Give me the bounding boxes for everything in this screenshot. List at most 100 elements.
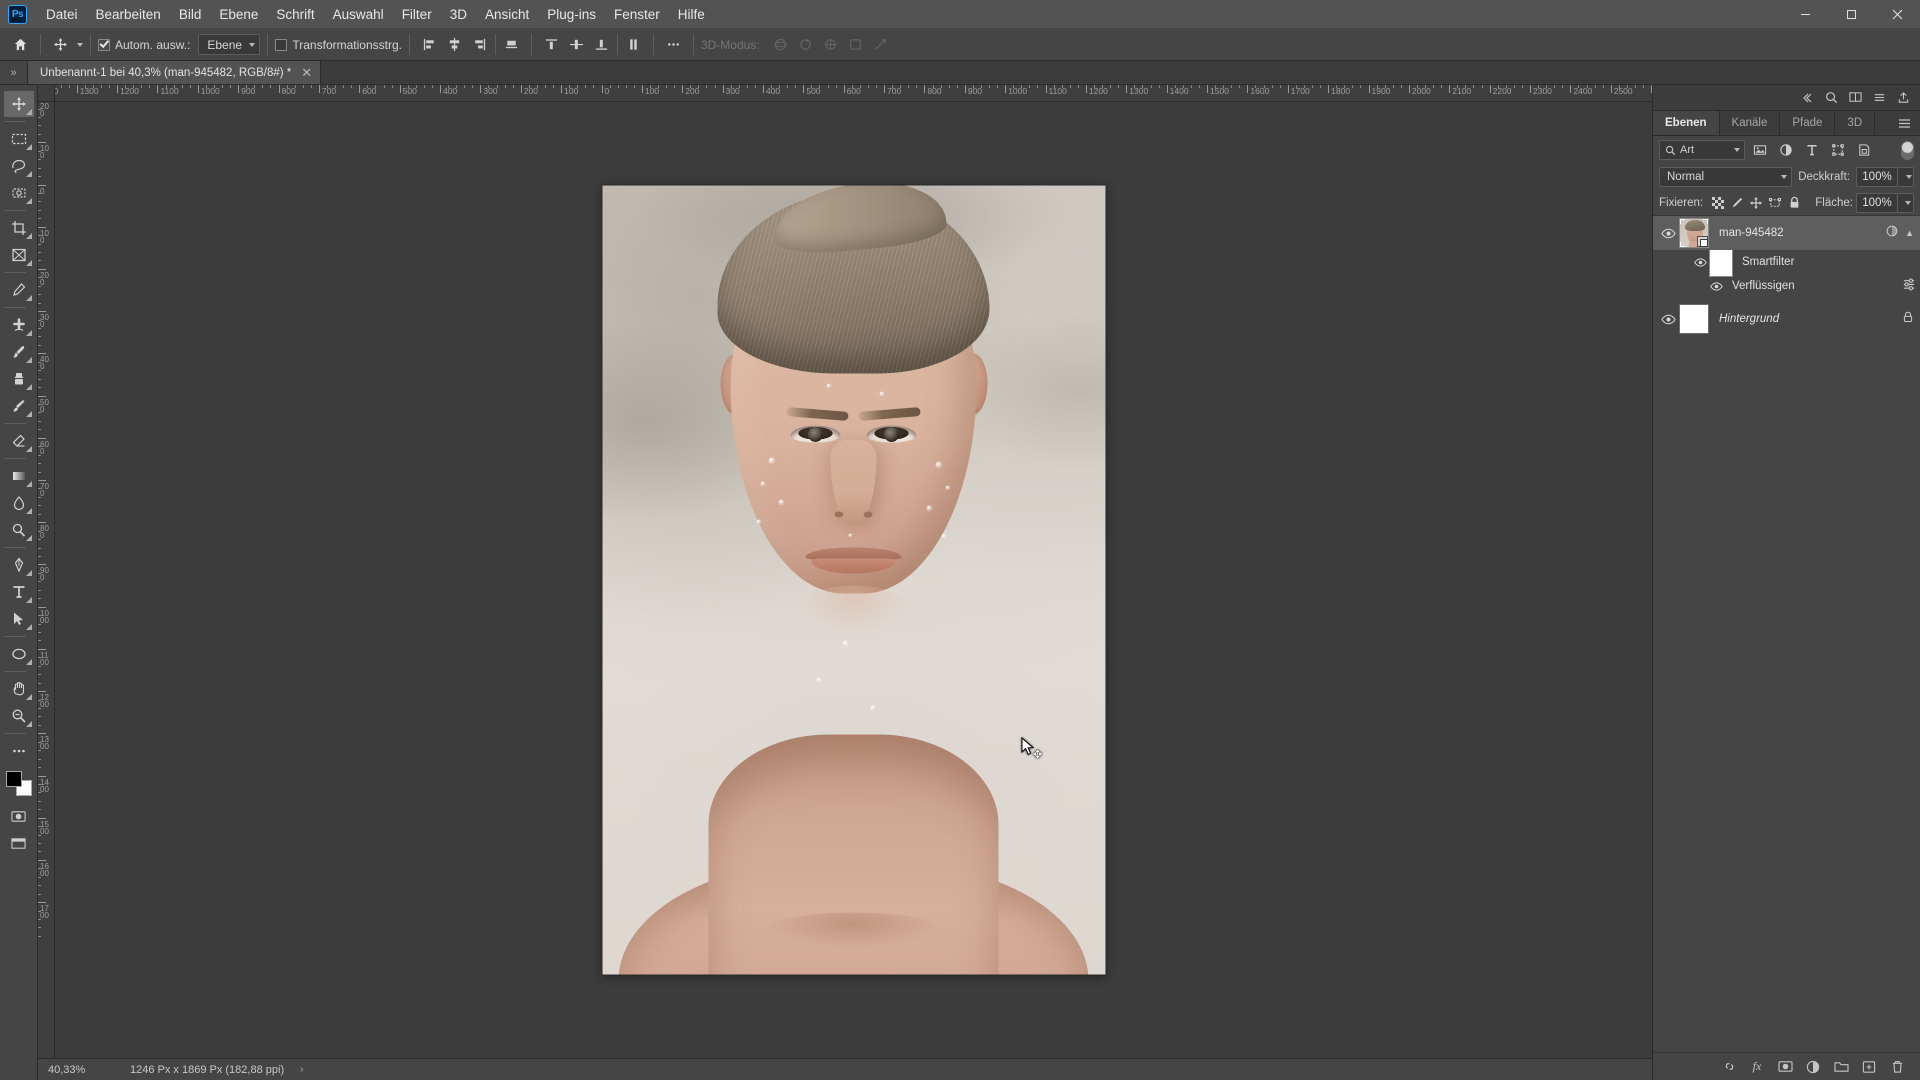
filter-enable-toggle[interactable] bbox=[1901, 140, 1914, 160]
status-expand-icon[interactable]: › bbox=[300, 1064, 303, 1075]
image-canvas[interactable] bbox=[602, 185, 1105, 975]
menu-ebene[interactable]: Ebene bbox=[210, 3, 267, 26]
layer-filter-kind-dropdown[interactable]: Art bbox=[1659, 140, 1745, 160]
lock-artboard-nesting-icon[interactable] bbox=[1767, 193, 1783, 212]
layer-visibility-toggle[interactable] bbox=[1657, 314, 1679, 325]
layer-name[interactable]: man-945482 bbox=[1719, 227, 1885, 239]
close-button[interactable] bbox=[1874, 0, 1920, 29]
clone-stamp-tool-icon[interactable] bbox=[4, 366, 34, 392]
smart-filter-mask-thumbnail[interactable] bbox=[1709, 247, 1733, 277]
ellipse-tool-icon[interactable] bbox=[4, 641, 34, 667]
tab-3d[interactable]: 3D bbox=[1835, 111, 1876, 135]
delete-layer-icon[interactable] bbox=[1888, 1058, 1906, 1076]
eyedropper-tool-icon[interactable] bbox=[4, 277, 34, 303]
filter-row-verfluessigen[interactable]: Verflüssigen bbox=[1653, 274, 1920, 298]
lasso-tool-icon[interactable] bbox=[4, 153, 34, 179]
layers-list[interactable]: man-945482 ▲ Smartfilter Verflüssigen Hi… bbox=[1653, 215, 1920, 1052]
vertical-ruler[interactable]: 200 100 0 100 200 300 400 500 600 700 800 900 1000 11… bbox=[38, 102, 55, 1058]
menu-3d[interactable]: 3D bbox=[441, 3, 476, 26]
layer-mask-icon[interactable] bbox=[1776, 1058, 1794, 1076]
opacity-input[interactable]: 100% bbox=[1856, 167, 1898, 187]
layer-thumbnail[interactable] bbox=[1679, 304, 1709, 334]
distribute-top-edges-icon[interactable] bbox=[539, 32, 564, 57]
rectangular-marquee-tool-icon[interactable] bbox=[4, 126, 34, 152]
tab-kanaele[interactable]: Kanäle bbox=[1720, 111, 1781, 135]
new-fill-adjustment-icon[interactable] bbox=[1804, 1058, 1822, 1076]
blur-tool-icon[interactable] bbox=[4, 490, 34, 516]
align-horizontal-centers-icon[interactable] bbox=[442, 32, 467, 57]
fill-slider-caret[interactable] bbox=[1897, 192, 1914, 213]
distribute-vertical-centers-icon[interactable] bbox=[564, 32, 589, 57]
share-icon[interactable] bbox=[1892, 88, 1914, 108]
zoom-level[interactable]: 40,33% bbox=[38, 1064, 130, 1076]
distribute-spacing-icon[interactable] bbox=[621, 32, 646, 57]
crop-tool-icon[interactable] bbox=[4, 215, 34, 241]
search-icon[interactable] bbox=[1820, 88, 1842, 108]
align-right-edges-icon[interactable] bbox=[467, 32, 492, 57]
history-brush-tool-icon[interactable] bbox=[4, 393, 34, 419]
move-tool-icon[interactable] bbox=[48, 32, 73, 57]
menu-bild[interactable]: Bild bbox=[170, 3, 211, 26]
lock-all-icon[interactable] bbox=[1786, 193, 1802, 212]
link-layers-icon[interactable] bbox=[1720, 1058, 1738, 1076]
collapse-dock-icon[interactable] bbox=[1796, 88, 1818, 108]
filter-shape-icon[interactable] bbox=[1827, 140, 1849, 160]
filter-smartobject-icon[interactable] bbox=[1853, 140, 1875, 160]
home-icon[interactable] bbox=[8, 32, 33, 57]
horizontal-ruler[interactable]: 1400130012001100100090080070060050040030… bbox=[38, 85, 1652, 102]
path-selection-tool-icon[interactable] bbox=[4, 606, 34, 632]
smart-filter-mask-row[interactable]: Smartfilter bbox=[1653, 247, 1920, 277]
workspace-switcher-icon[interactable] bbox=[1868, 88, 1890, 108]
lock-image-pixels-icon[interactable] bbox=[1729, 193, 1745, 212]
edit-toolbar-icon[interactable] bbox=[4, 738, 34, 764]
fill-input[interactable]: 100% bbox=[1855, 192, 1898, 213]
filter-pixel-icon[interactable] bbox=[1749, 140, 1771, 160]
spot-healing-brush-tool-icon[interactable] bbox=[4, 312, 34, 338]
screen-mode-icon[interactable] bbox=[4, 830, 34, 856]
frame-tool-icon[interactable] bbox=[4, 242, 34, 268]
object-selection-tool-icon[interactable] bbox=[4, 180, 34, 206]
menu-filter[interactable]: Filter bbox=[393, 3, 441, 26]
canvas-workspace[interactable]: ✥ bbox=[55, 102, 1652, 1058]
menu-bearbeiten[interactable]: Bearbeiten bbox=[87, 3, 170, 26]
layer-row[interactable]: Hintergrund bbox=[1653, 302, 1920, 336]
filter-options-icon[interactable] bbox=[1902, 277, 1916, 296]
horizontal-type-tool-icon[interactable] bbox=[4, 579, 34, 605]
arrange-documents-icon[interactable] bbox=[1844, 88, 1866, 108]
blend-mode-dropdown[interactable]: Normal bbox=[1659, 167, 1793, 187]
zoom-tool-icon[interactable] bbox=[4, 703, 34, 729]
align-left-edges-icon[interactable] bbox=[417, 32, 442, 57]
filter-visibility-toggle[interactable] bbox=[1707, 281, 1725, 291]
layer-name[interactable]: Hintergrund bbox=[1719, 313, 1902, 325]
foreground-color-swatch[interactable] bbox=[5, 771, 22, 787]
menu-auswahl[interactable]: Auswahl bbox=[324, 3, 393, 26]
more-options-button[interactable] bbox=[661, 32, 686, 57]
move-tool-options-caret[interactable] bbox=[77, 42, 83, 47]
lock-position-icon[interactable] bbox=[1748, 193, 1764, 212]
transform-controls-checkbox[interactable] bbox=[275, 38, 288, 51]
layer-style-icon[interactable]: fx bbox=[1748, 1058, 1766, 1076]
menu-ansicht[interactable]: Ansicht bbox=[476, 3, 538, 26]
minimize-button[interactable] bbox=[1782, 0, 1828, 29]
align-top-edges-icon[interactable] bbox=[499, 32, 524, 57]
close-icon[interactable]: ✕ bbox=[301, 66, 312, 79]
quick-mask-icon[interactable] bbox=[4, 803, 34, 829]
options-bar-collapse-toggle[interactable]: » bbox=[0, 61, 28, 84]
layer-thumbnail[interactable] bbox=[1679, 218, 1709, 248]
lock-transparent-pixels-icon[interactable] bbox=[1710, 193, 1726, 212]
new-group-icon[interactable] bbox=[1832, 1058, 1850, 1076]
menu-datei[interactable]: Datei bbox=[37, 3, 87, 26]
layer-visibility-toggle[interactable] bbox=[1657, 228, 1679, 239]
tab-pfade[interactable]: Pfade bbox=[1780, 111, 1836, 135]
layer-row[interactable]: man-945482 ▲ bbox=[1653, 216, 1920, 250]
opacity-slider-caret[interactable] bbox=[1898, 167, 1914, 187]
color-swatches[interactable] bbox=[4, 769, 34, 797]
distribute-bottom-edges-icon[interactable] bbox=[589, 32, 614, 57]
eraser-tool-icon[interactable] bbox=[4, 428, 34, 454]
dodge-tool-icon[interactable] bbox=[4, 517, 34, 543]
gradient-tool-icon[interactable] bbox=[4, 463, 34, 489]
tab-ebenen[interactable]: Ebenen bbox=[1653, 111, 1720, 135]
smart-filter-visibility-toggle[interactable] bbox=[1691, 257, 1709, 267]
move-tool-icon[interactable] bbox=[3, 91, 34, 117]
menu-schrift[interactable]: Schrift bbox=[267, 3, 323, 26]
